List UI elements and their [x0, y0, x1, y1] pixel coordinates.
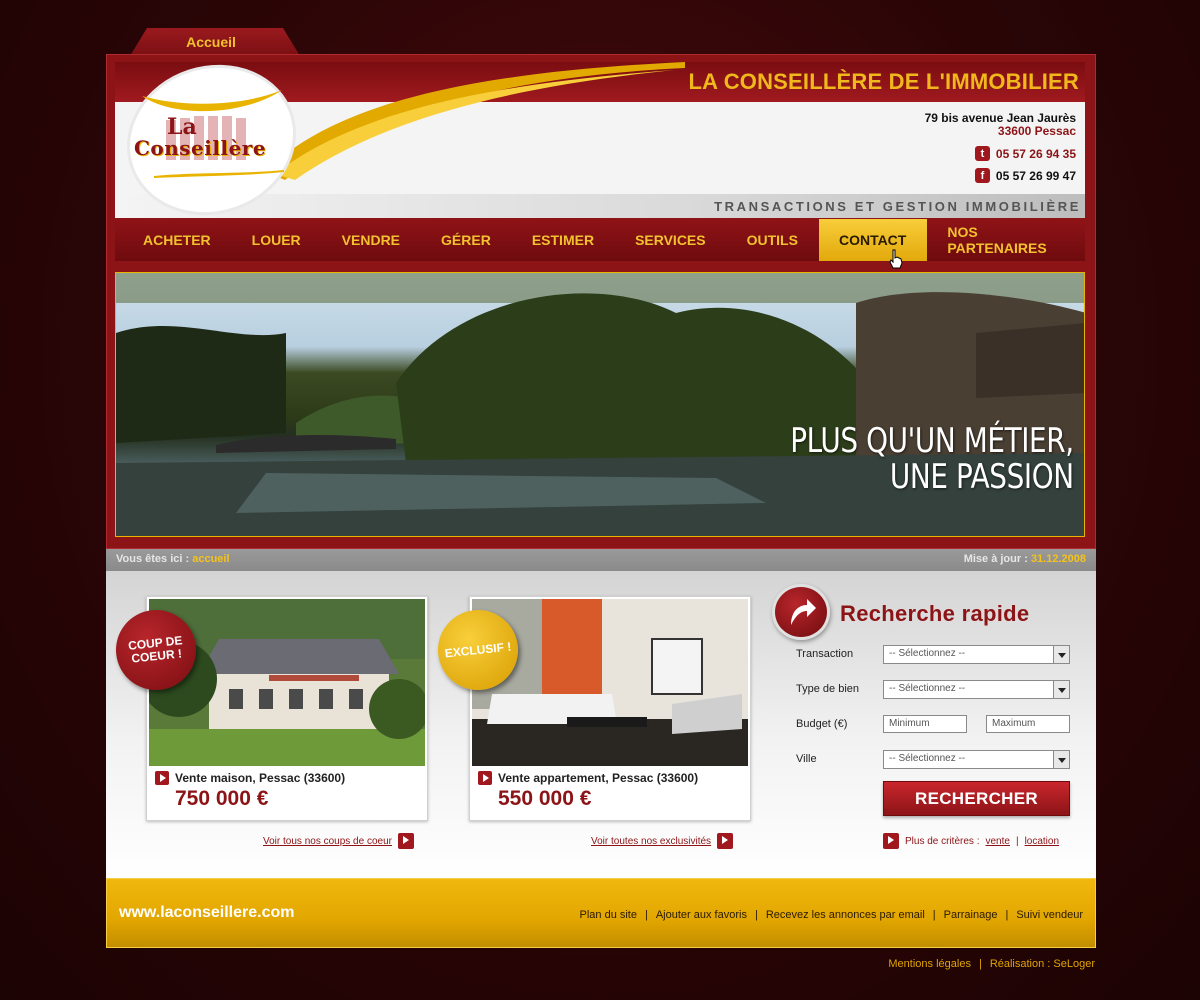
transaction-label: Transaction — [796, 648, 854, 660]
play-arrow-icon — [397, 833, 414, 849]
fax-number: 05 57 26 99 47 — [995, 168, 1076, 183]
quick-search-title: Recherche rapide — [840, 601, 1030, 626]
gold-swoosh-decoration — [265, 62, 685, 180]
more-criteria: Plus de critères : vente | location — [883, 833, 1059, 849]
listing-title-row[interactable]: Vente appartement, Pessac (33600) — [478, 771, 698, 785]
more-criteria-label: Plus de critères : — [905, 835, 980, 847]
hand-cursor-icon — [889, 249, 903, 269]
chevron-down-icon[interactable] — [1053, 751, 1069, 768]
footer-link-parrainage[interactable]: Parrainage — [944, 909, 998, 921]
footer-link-favoris[interactable]: Ajouter aux favoris — [656, 909, 747, 921]
main-nav: ACHETER LOUER VENDRE GÉRER ESTIMER SERVI… — [115, 219, 1085, 261]
apartment-photo-image — [472, 599, 748, 766]
hero-slogan-line1: PLUS QU'UN MÉTIER, — [790, 421, 1075, 461]
separator: | — [932, 909, 936, 921]
search-arrow-icon — [772, 584, 830, 640]
budget-min-input[interactable]: Minimum — [883, 715, 967, 733]
link-all-exclusivites[interactable]: Voir toutes nos exclusivités — [591, 833, 734, 849]
listing-title-row[interactable]: Vente maison, Pessac (33600) — [155, 771, 345, 785]
play-arrow-icon — [478, 771, 492, 785]
tab-accueil[interactable]: Accueil — [130, 28, 300, 56]
hero-slogan: PLUS QU'UN MÉTIER, UNE PASSION — [790, 421, 1075, 497]
nav-contact[interactable]: CONTACT — [818, 219, 928, 261]
more-criteria-vente-link[interactable]: vente — [985, 836, 1009, 847]
link-label[interactable]: Voir toutes nos exclusivités — [591, 836, 711, 847]
listing-price: 550 000 € — [498, 787, 592, 810]
update-label: Mise à jour : — [963, 553, 1028, 565]
breadcrumb: Vous êtes ici : accueil Mise à jour : 31… — [106, 549, 1096, 571]
phone-icon: t — [974, 146, 990, 161]
nav-outils[interactable]: OUTILS — [727, 219, 819, 261]
site-logo[interactable]: La Conseillère — [111, 46, 312, 234]
link-label[interactable]: Voir tous nos coups de coeur — [263, 836, 392, 847]
site-title: LA CONSEILLÈRE DE L'IMMOBILIER — [688, 69, 1079, 94]
separator: | — [1005, 909, 1009, 921]
chevron-down-icon[interactable] — [1053, 646, 1069, 663]
update-date: 31.12.2008 — [1030, 553, 1086, 565]
update-info: Mise à jour : 31.12.2008 — [964, 553, 1086, 565]
footer-site-url[interactable]: www.laconseillere.com — [119, 904, 294, 922]
phone-number: 05 57 26 94 35 — [995, 146, 1076, 161]
footer-link-plan-du-site[interactable]: Plan du site — [580, 909, 637, 921]
transaction-select-value: -- Sélectionnez -- — [889, 648, 966, 659]
nav-acheter[interactable]: ACHETER — [123, 219, 232, 261]
fax-icon: f — [974, 168, 990, 183]
listing-photo-apartment[interactable] — [472, 599, 748, 766]
city-label: Ville — [796, 753, 817, 765]
breadcrumb-trail: Vous êtes ici : accueil — [116, 553, 230, 565]
separator: | — [1015, 835, 1019, 847]
legal-realisation-link[interactable]: Réalisation : SeLoger — [990, 958, 1095, 970]
budget-label: Budget (€) — [796, 718, 848, 730]
footer-link-suivi-vendeur[interactable]: Suivi vendeur — [1016, 909, 1083, 921]
phone-line: t 05 57 26 94 35 — [974, 146, 1076, 161]
breadcrumb-current[interactable]: accueil — [192, 553, 229, 565]
city-select-value: -- Sélectionnez -- — [889, 753, 966, 764]
address-city: 33600 Pessac — [997, 124, 1076, 138]
listing-photo-house[interactable] — [149, 599, 425, 766]
chevron-down-icon[interactable] — [1053, 681, 1069, 698]
property-type-select-value: -- Sélectionnez -- — [889, 683, 966, 694]
nav-gerer[interactable]: GÉRER — [421, 219, 512, 261]
nav-partenaires[interactable]: NOS PARTENAIRES — [927, 219, 1085, 261]
footer-link-annonces-email[interactable]: Recevez les annonces par email — [766, 909, 925, 921]
nav-estimer[interactable]: ESTIMER — [512, 219, 615, 261]
separator: | — [644, 909, 648, 921]
play-arrow-icon — [717, 833, 734, 849]
logo-text-conseillere: Conseillère — [134, 136, 267, 160]
separator: | — [978, 958, 982, 970]
separator: | — [754, 909, 758, 921]
budget-max-input[interactable]: Maximum — [986, 715, 1070, 733]
transaction-select[interactable]: -- Sélectionnez -- — [883, 645, 1070, 664]
legal-links: Mentions légales | Réalisation : SeLoger — [888, 958, 1095, 970]
link-all-coups-de-coeur[interactable]: Voir tous nos coups de coeur — [263, 833, 414, 849]
search-button[interactable]: RECHERCHER — [883, 781, 1070, 816]
property-type-label: Type de bien — [796, 683, 859, 695]
house-photo-image — [149, 599, 425, 766]
city-select[interactable]: -- Sélectionnez -- — [883, 750, 1070, 769]
hero-slogan-line2: UNE PASSION — [890, 457, 1074, 497]
nav-vendre[interactable]: VENDRE — [322, 219, 421, 261]
hero-banner: PLUS QU'UN MÉTIER, UNE PASSION — [115, 272, 1085, 537]
agency-address: 79 bis avenue Jean Jaurès 33600 Pessac — [925, 112, 1076, 138]
footer: www.laconseillere.com Plan du site | Ajo… — [106, 878, 1096, 948]
logo-roof-icon — [142, 90, 284, 178]
tagline: TRANSACTIONS ET GESTION IMMOBILIÈRE — [714, 199, 1081, 214]
listing-price: 750 000 € — [175, 787, 269, 810]
nav-louer[interactable]: LOUER — [232, 219, 322, 261]
play-arrow-icon — [155, 771, 169, 785]
hero-river-scene — [116, 273, 1084, 536]
breadcrumb-prefix: Vous êtes ici : — [116, 553, 190, 565]
listing-title[interactable]: Vente maison, Pessac (33600) — [175, 771, 345, 785]
footer-links: Plan du site | Ajouter aux favoris | Rec… — [580, 909, 1084, 921]
listing-title[interactable]: Vente appartement, Pessac (33600) — [498, 771, 698, 785]
legal-mentions-link[interactable]: Mentions légales — [888, 958, 971, 970]
play-arrow-icon — [883, 833, 899, 849]
nav-services[interactable]: SERVICES — [615, 219, 727, 261]
fax-line: f 05 57 26 99 47 — [974, 168, 1076, 183]
property-type-select[interactable]: -- Sélectionnez -- — [883, 680, 1070, 699]
more-criteria-location-link[interactable]: location — [1025, 836, 1059, 847]
